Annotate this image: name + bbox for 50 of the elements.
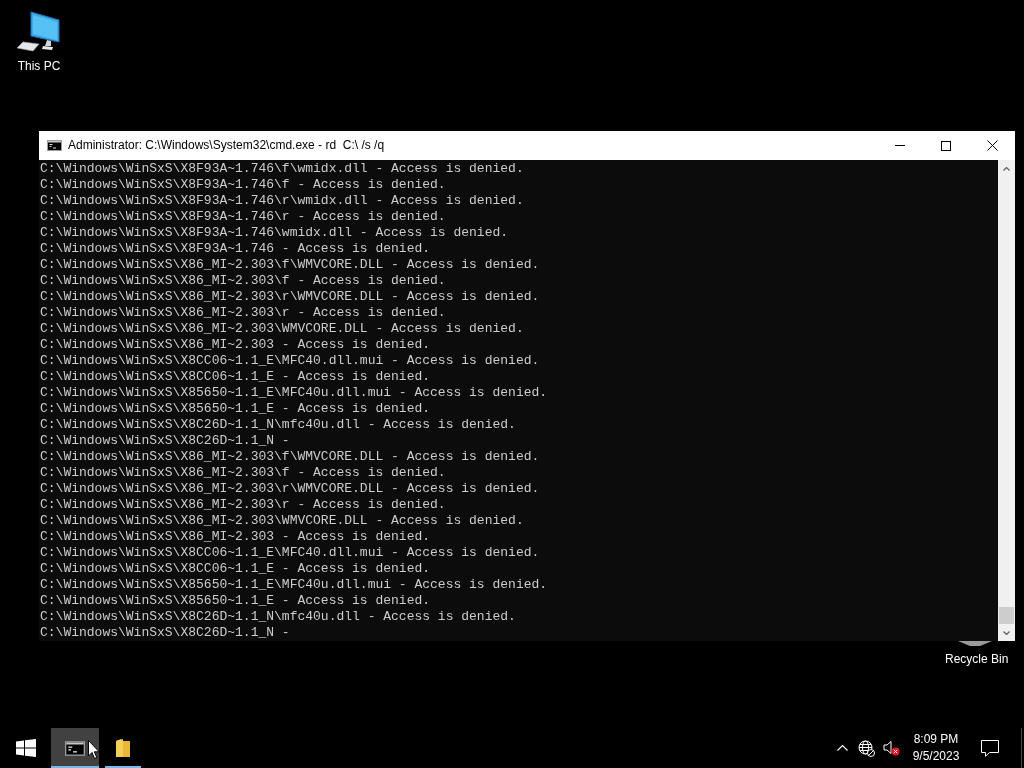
console-line: C:\Windows\WinSxS\X8F93A~1.746\r\wmidx.dll - Access is denied. xyxy=(40,193,524,209)
chevron-up-icon xyxy=(836,745,848,751)
console-line: C:\Windows\WinSxS\X8CC06~1.1_E\MFC40.dll.mui - Access is denied. xyxy=(40,353,540,369)
console-line: C:\Windows\WinSxS\X8C26D~1.1_N\mfc40u.dll - Access is denied. xyxy=(40,417,516,433)
console-line: C:\Windows\WinSxS\X85650~1.1_E - Access is denied. xyxy=(40,593,431,609)
folder-icon xyxy=(115,738,131,758)
console-line: C:\Windows\WinSxS\X86_MI~2.303 - Access is denied. xyxy=(40,529,431,545)
console-line: C:\Windows\WinSxS\X8F93A~1.746 - Access is denied. xyxy=(40,241,431,257)
console-line: C:\Windows\WinSxS\X8F93A~1.746\f\wmidx.dll - Access is denied. xyxy=(40,161,524,177)
computer-icon[interactable] xyxy=(17,10,61,52)
console-line: C:\Windows\WinSxS\X86_MI~2.303\WMVCORE.DLL - Access is denied. xyxy=(40,513,524,529)
console-line: C:\Windows\WinSxS\X85650~1.1_E\MFC40u.dll.mui - Access is denied. xyxy=(40,385,548,401)
console-icon xyxy=(47,140,62,151)
console-line: C:\Windows\WinSxS\X8C26D~1.1_N - xyxy=(40,433,290,449)
maximize-icon xyxy=(941,140,951,151)
desktop-icon-label: This PC xyxy=(17,59,61,74)
windows-logo-icon xyxy=(15,739,36,757)
console-icon xyxy=(65,740,85,756)
console-line: C:\Windows\WinSxS\X86_MI~2.303\f - Access is denied. xyxy=(40,465,446,481)
console-line: C:\Windows\WinSxS\X8F93A~1.746\r - Access is denied. xyxy=(40,209,446,225)
scrollbar[interactable] xyxy=(998,160,1015,641)
console-line: C:\Windows\WinSxS\X8C26D~1.1_N\mfc40u.dll - Access is denied. xyxy=(40,609,516,625)
window-title: Administrator: C:\Windows\System32\cmd.exe - rd C:\ /s /q xyxy=(68,138,385,153)
minimize-icon xyxy=(895,145,905,146)
console-line: C:\Windows\WinSxS\X86_MI~2.303\r - Access is denied. xyxy=(40,305,446,321)
console-line: C:\Windows\WinSxS\X86_MI~2.303\f\WMVCORE.DLL - Access is denied. xyxy=(40,449,540,465)
console-line: C:\Windows\WinSxS\X85650~1.1_E - Access is denied. xyxy=(40,401,431,417)
mouse-pointer-icon xyxy=(88,740,100,759)
message-bubble-icon xyxy=(981,739,999,757)
console-line: C:\Windows\WinSxS\X8F93A~1.746\f - Access is denied. xyxy=(40,177,446,193)
close-icon xyxy=(986,140,998,151)
globe-icon xyxy=(858,739,875,757)
caret-down-icon xyxy=(1003,630,1010,635)
clock-button[interactable]: 8:09 PM 9/5/2023 xyxy=(904,728,968,768)
console-line: C:\Windows\WinSxS\X8CC06~1.1_E - Access is denied. xyxy=(40,369,431,385)
console-line: C:\Windows\WinSxS\X8C26D~1.1_N - xyxy=(40,625,290,641)
console-line: C:\Windows\WinSxS\X8CC06~1.1_E - Access is denied. xyxy=(40,561,431,577)
console-line: C:\Windows\WinSxS\X86_MI~2.303\r\WMVCORE.DLL - Access is denied. xyxy=(40,481,540,497)
console-line: C:\Windows\WinSxS\X8F93A~1.746\wmidx.dll - Access is denied. xyxy=(40,225,509,241)
console-line: C:\Windows\WinSxS\X8CC06~1.1_E\MFC40.dll.mui - Access is denied. xyxy=(40,545,540,561)
console-line: C:\Windows\WinSxS\X86_MI~2.303\r - Access is denied. xyxy=(40,497,446,513)
desktop-icon-label: Recycle Bin xyxy=(945,652,1009,667)
caret-up-icon xyxy=(1003,166,1010,171)
console-line: C:\Windows\WinSxS\X86_MI~2.303\r\WMVCORE.DLL - Access is denied. xyxy=(40,289,540,305)
console-line: C:\Windows\WinSxS\X85650~1.1_E\MFC40u.dll.mui - Access is denied. xyxy=(40,577,548,593)
console-line: C:\Windows\WinSxS\X86_MI~2.303 - Access is denied. xyxy=(40,337,431,353)
console-line: C:\Windows\WinSxS\X86_MI~2.303\f\WMVCORE.DLL - Access is denied. xyxy=(40,257,540,273)
console-line: C:\Windows\WinSxS\X86_MI~2.303\WMVCORE.DLL - Access is denied. xyxy=(40,321,524,337)
scrollbar-thumb[interactable] xyxy=(999,607,1014,624)
console-line: C:\Windows\WinSxS\X86_MI~2.303\f - Access is denied. xyxy=(40,273,446,289)
